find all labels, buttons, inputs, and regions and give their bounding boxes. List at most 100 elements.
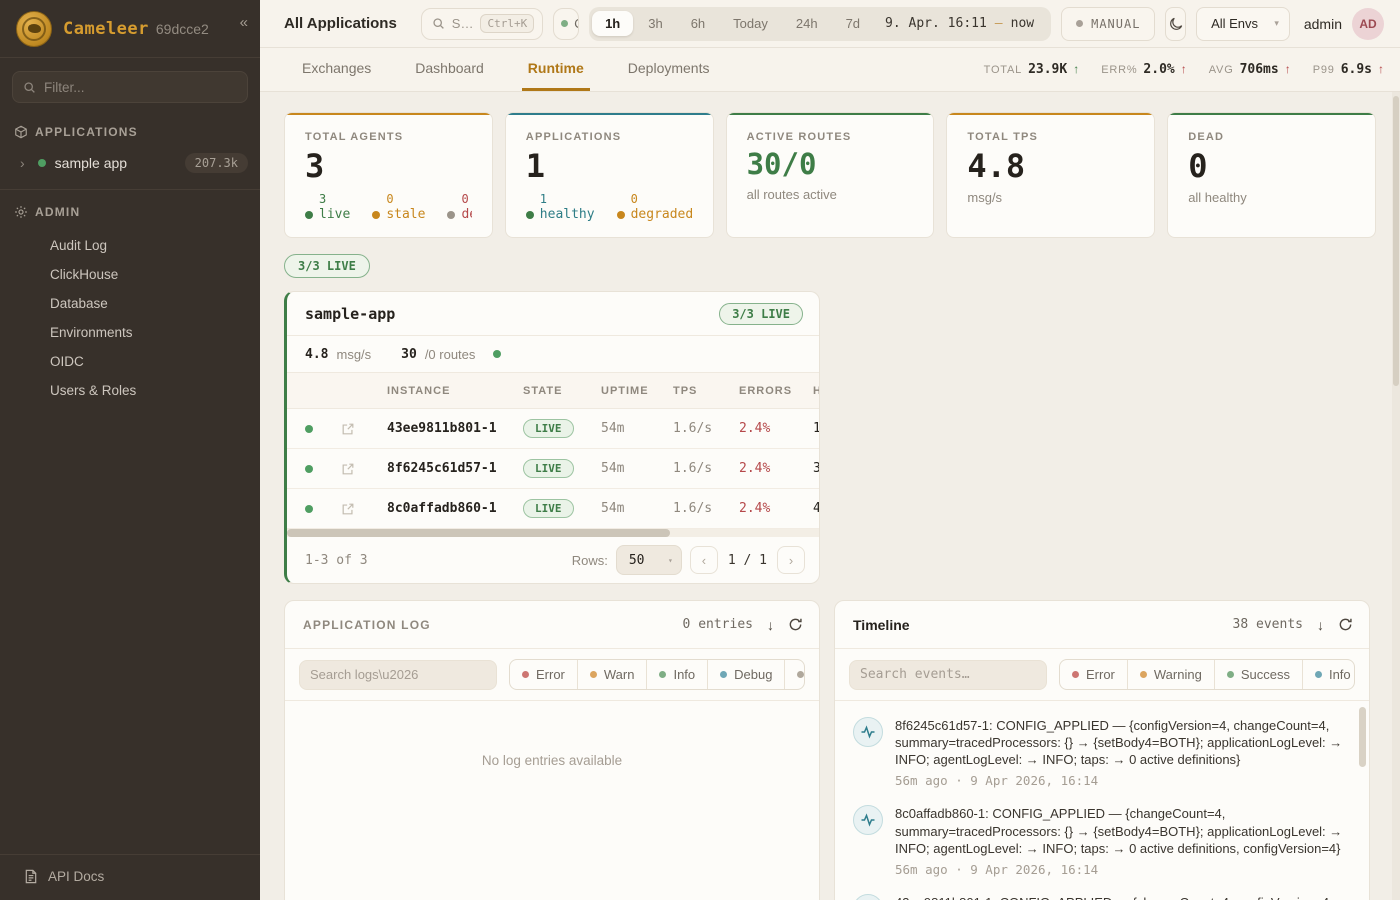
substat-dead: 0dead — [447, 192, 471, 223]
sidebar-item-api-docs[interactable]: API Docs — [0, 854, 260, 900]
sidebar-collapse-icon[interactable]: « — [240, 14, 248, 31]
global-search[interactable]: S… Ctrl+K — [421, 8, 543, 40]
cameleer-logo — [16, 11, 52, 47]
tab-exchanges[interactable]: Exchanges — [296, 48, 377, 91]
status-dot — [447, 211, 455, 219]
download-icon[interactable]: ↓ — [1317, 617, 1324, 633]
table-row[interactable]: 43ee9811b801-1 LIVE 54m 1.6/s 2.4% 1 — [287, 409, 819, 449]
table-row[interactable]: 8c0affadb860-1 LIVE 54m 1.6/s 2.4% 4 — [287, 489, 819, 529]
filter-chip-error[interactable]: Error — [1060, 660, 1127, 689]
refresh-icon[interactable] — [788, 617, 803, 632]
kpi-p99: P99 6.9s ↑ — [1313, 62, 1384, 77]
sidebar-filter[interactable] — [12, 71, 248, 103]
log-search[interactable] — [299, 660, 497, 690]
substat-healthy: 1healthy — [526, 192, 595, 223]
table-row[interactable]: 8f6245c61d57-1 LIVE 54m 1.6/s 2.4% 3 — [287, 449, 819, 489]
chevron-right-icon[interactable]: › — [20, 155, 25, 171]
state-badge: LIVE — [523, 419, 574, 438]
environment-select[interactable]: All Envs ▾ — [1196, 7, 1290, 41]
tab-deployments[interactable]: Deployments — [622, 48, 716, 91]
manual-refresh-button[interactable]: MANUAL — [1061, 7, 1155, 41]
events-count: 38 events — [1233, 617, 1303, 632]
list-item[interactable]: 43ee9811b801-1: CONFIG_APPLIED — {change… — [853, 894, 1351, 900]
range-6h[interactable]: 6h — [678, 11, 718, 36]
application-log-panel: APPLICATION LOG 0 entries ↓ Error Warn I… — [284, 600, 820, 900]
event-time: 56m ago · 9 Apr 2026, 16:14 — [895, 862, 1343, 877]
avatar[interactable]: AD — [1352, 8, 1384, 40]
event-text: 43ee9811b801-1: CONFIG_APPLIED — {change… — [895, 894, 1343, 900]
type-dot — [1315, 671, 1322, 678]
kpi-avg: AVG 706ms ↑ — [1209, 62, 1291, 77]
page-title: All Applications — [284, 15, 397, 32]
trend-up-icon: ↑ — [1181, 62, 1187, 76]
sidebar-item-database[interactable]: Database — [0, 289, 260, 318]
divider — [0, 189, 260, 190]
page-scrollbar[interactable] — [1392, 92, 1400, 900]
log-search-input[interactable] — [310, 667, 486, 682]
trend-up-icon: ↑ — [1378, 62, 1384, 76]
range-7d[interactable]: 7d — [833, 11, 873, 36]
timeline-scrollbar[interactable] — [1359, 707, 1366, 900]
status-dot — [617, 211, 625, 219]
filter-chip-info[interactable]: Info — [1302, 660, 1355, 689]
refresh-icon[interactable] — [1338, 617, 1353, 632]
state-badge: LIVE — [523, 459, 574, 478]
list-item[interactable]: 8f6245c61d57-1: CONFIG_APPLIED — {config… — [853, 717, 1351, 788]
type-dot — [1072, 671, 1079, 678]
filter-chip-info[interactable]: Info — [646, 660, 707, 689]
external-link-icon[interactable] — [341, 422, 387, 436]
sidebar-item-environments[interactable]: Environments — [0, 318, 260, 347]
external-link-icon[interactable] — [341, 462, 387, 476]
empty-state-text: No log entries available — [285, 753, 819, 768]
range-dash: — — [995, 16, 1003, 31]
download-icon[interactable]: ↓ — [767, 617, 774, 633]
custom-date-range[interactable]: 9. Apr. 16:11 — now — [875, 16, 1048, 31]
chevron-down-icon: ▾ — [668, 556, 673, 565]
range-3h[interactable]: 3h — [635, 11, 675, 36]
connection-status-chip[interactable]: O — [553, 8, 579, 40]
filter-chip-warning[interactable]: Warning — [1127, 660, 1214, 689]
sidebar-item-audit-log[interactable]: Audit Log — [0, 231, 260, 260]
sidebar-item-users-roles[interactable]: Users & Roles — [0, 376, 260, 405]
admin-menu: Audit Log ClickHouse Database Environmen… — [0, 231, 260, 405]
instance-status-dot — [305, 505, 313, 513]
entries-count: 0 entries — [683, 617, 753, 632]
log-level-filters: Error Warn Info Debug Trace — [509, 659, 805, 690]
dark-mode-toggle[interactable] — [1165, 7, 1186, 41]
sidebar-filter-input[interactable] — [44, 80, 237, 95]
stat-card-applications: APPLICATIONS 1 1healthy 0degraded 0criti — [505, 112, 714, 238]
status-chip-label: O — [574, 16, 579, 31]
card-accent — [946, 112, 1155, 115]
sidebar-item-clickhouse[interactable]: ClickHouse — [0, 260, 260, 289]
event-search-input[interactable] — [860, 667, 1036, 682]
scrollbar-thumb[interactable] — [1359, 707, 1366, 767]
horizontal-scrollbar[interactable] — [287, 529, 819, 537]
sidebar-item-oidc[interactable]: OIDC — [0, 347, 260, 376]
filter-chip-debug[interactable]: Debug — [707, 660, 784, 689]
substat-stale: 0stale — [372, 192, 425, 223]
filter-chip-warn[interactable]: Warn — [577, 660, 647, 689]
rows-per-page-select[interactable]: 50 ▾ — [616, 545, 682, 575]
app-name: sample app — [55, 155, 127, 171]
filter-chip-trace[interactable]: Trace — [784, 660, 805, 689]
range-24h[interactable]: 24h — [783, 11, 831, 36]
state-badge: LIVE — [523, 499, 574, 518]
sidebar-item-sample-app[interactable]: › sample app 207.3k — [20, 153, 248, 173]
list-item[interactable]: 8c0affadb860-1: CONFIG_APPLIED — {change… — [853, 805, 1351, 876]
next-page-button[interactable]: › — [777, 546, 805, 574]
scrollbar-thumb[interactable] — [287, 529, 670, 537]
range-today[interactable]: Today — [720, 11, 781, 36]
prev-page-button[interactable]: ‹ — [690, 546, 718, 574]
external-link-icon[interactable] — [341, 502, 387, 516]
stat-card-total-agents: TOTAL AGENTS 3 3live 0stale 0dead — [284, 112, 493, 238]
application-name[interactable]: sample-app — [305, 305, 395, 323]
tab-dashboard[interactable]: Dashboard — [409, 48, 490, 91]
scrollbar-thumb[interactable] — [1393, 96, 1399, 386]
filter-chip-success[interactable]: Success — [1214, 660, 1302, 689]
applications-section-header: APPLICATIONS — [0, 125, 260, 139]
admin-section-header: ADMIN — [0, 205, 260, 219]
range-1h[interactable]: 1h — [592, 11, 633, 36]
tab-runtime[interactable]: Runtime — [522, 48, 590, 91]
filter-chip-error[interactable]: Error — [510, 660, 577, 689]
event-search[interactable] — [849, 660, 1047, 690]
